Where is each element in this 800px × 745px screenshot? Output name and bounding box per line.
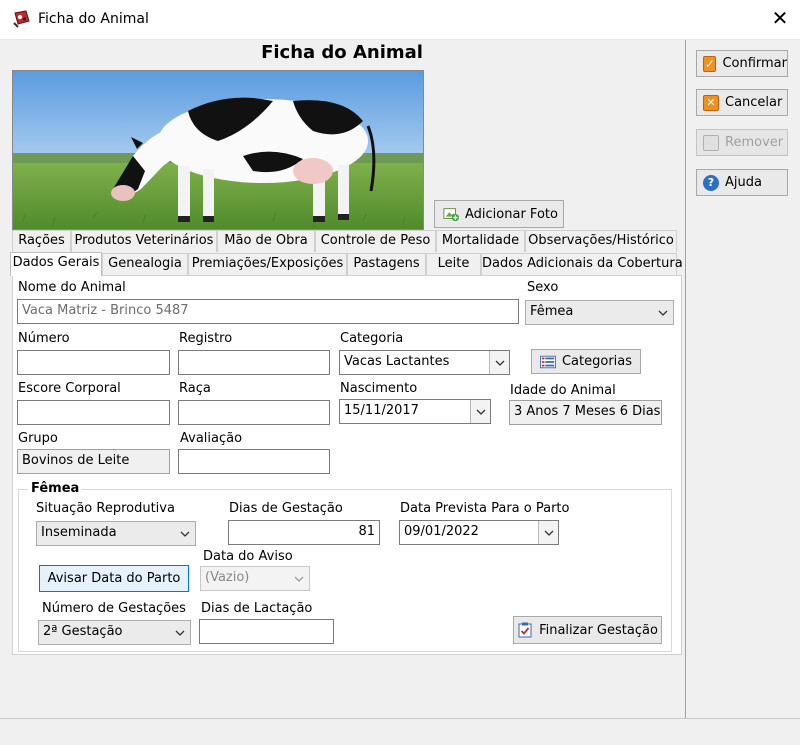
chevron-down-icon: [470, 400, 490, 423]
raca-label: Raça: [179, 381, 211, 396]
cancel-button[interactable]: ✕ Cancelar: [696, 89, 788, 116]
help-icon: ?: [703, 174, 719, 191]
dias-gestacao-field[interactable]: 81: [228, 520, 380, 545]
check-icon: ✓: [703, 55, 717, 72]
app-logo-icon: [12, 9, 32, 29]
cancel-label: Cancelar: [725, 95, 783, 110]
chevron-down-icon: [175, 522, 195, 545]
num-gestacoes-select[interactable]: 2ª Gestação: [38, 620, 191, 645]
tab-mao-de-obra[interactable]: Mão de Obra: [217, 230, 315, 252]
idade-field: 3 Anos 7 Meses 6 Dias: [509, 400, 662, 425]
tab-racoes[interactable]: Rações: [12, 230, 71, 252]
escore-label: Escore Corporal: [18, 381, 121, 396]
chevron-down-icon: [538, 521, 558, 544]
dias-lactacao-label: Dias de Lactação: [201, 601, 313, 616]
help-label: Ajuda: [725, 175, 762, 190]
categoria-select[interactable]: Vacas Lactantes: [339, 350, 510, 375]
clipboard-check-icon: [517, 622, 533, 638]
tab-mortalidade[interactable]: Mortalidade: [436, 230, 525, 252]
avisar-data-parto-button[interactable]: Avisar Data do Parto: [39, 565, 189, 592]
idade-label: Idade do Animal: [510, 383, 616, 398]
remove-label: Remover: [725, 135, 784, 150]
dias-lactacao-field[interactable]: [199, 619, 334, 644]
data-prevista-label: Data Prevista Para o Parto: [400, 501, 570, 516]
raca-field[interactable]: [178, 400, 330, 425]
grupo-field: Bovinos de Leite: [17, 449, 170, 474]
sexo-label: Sexo: [527, 280, 559, 295]
chevron-down-icon: [170, 621, 190, 644]
nascimento-date-picker[interactable]: 15/11/2017: [339, 399, 491, 424]
remove-icon: [703, 134, 719, 151]
tab-dados-gerais[interactable]: Dados Gerais: [10, 252, 102, 276]
data-aviso-label: Data do Aviso: [203, 549, 293, 564]
data-aviso-value: (Vazio): [205, 570, 250, 585]
tab-premiacoes-exposicoes[interactable]: Premiações/Exposições: [188, 253, 347, 275]
add-photo-icon: [443, 206, 459, 222]
help-button[interactable]: ? Ajuda: [696, 169, 788, 196]
data-prevista-date-picker[interactable]: 09/01/2022: [399, 520, 559, 545]
registro-label: Registro: [179, 331, 233, 346]
animal-photo: [12, 70, 424, 230]
finalizar-gestacao-button[interactable]: Finalizar Gestação: [513, 616, 662, 644]
situacao-select[interactable]: Inseminada: [36, 521, 196, 546]
avaliacao-label: Avaliação: [180, 431, 243, 446]
grupo-label: Grupo: [18, 431, 58, 446]
situacao-value: Inseminada: [41, 525, 117, 540]
registro-field[interactable]: [178, 350, 330, 375]
nome-label: Nome do Animal: [18, 280, 126, 295]
cancel-x-icon: ✕: [703, 94, 719, 111]
categoria-label: Categoria: [340, 331, 404, 346]
situacao-label: Situação Reprodutiva: [36, 501, 175, 516]
tab-produtos-veterinarios[interactable]: Produtos Veterinários: [71, 230, 217, 252]
sexo-select[interactable]: Fêmea: [525, 300, 674, 325]
close-icon[interactable]: ✕: [768, 6, 792, 30]
tab-pastagens[interactable]: Pastagens: [347, 253, 426, 275]
tab-controle-de-peso[interactable]: Controle de Peso: [315, 230, 436, 252]
tab-observacoes-historico[interactable]: Observações/Histórico: [525, 230, 677, 252]
add-photo-label: Adicionar Foto: [465, 206, 558, 222]
data-prevista-value: 09/01/2022: [404, 524, 479, 539]
categoria-value: Vacas Lactantes: [344, 354, 450, 369]
status-bar: [0, 718, 800, 745]
remove-button[interactable]: Remover: [696, 129, 788, 156]
num-gestacoes-label: Número de Gestações: [42, 601, 186, 616]
numero-label: Número: [18, 331, 70, 346]
chevron-down-icon: [289, 567, 309, 590]
chevron-down-icon: [489, 351, 509, 374]
dias-gestacao-label: Dias de Gestação: [229, 501, 343, 516]
window-title: Ficha do Animal: [38, 11, 149, 27]
nascimento-label: Nascimento: [340, 381, 418, 396]
escore-field[interactable]: [17, 400, 170, 425]
form-title: Ficha do Animal: [261, 42, 423, 63]
numero-field[interactable]: [17, 350, 170, 375]
add-photo-button[interactable]: Adicionar Foto: [434, 200, 564, 228]
nome-field[interactable]: Vaca Matriz - Brinco 5487: [17, 299, 519, 324]
num-gestacoes-value: 2ª Gestação: [43, 624, 123, 639]
sexo-value: Fêmea: [530, 304, 574, 319]
tab-genealogia[interactable]: Genealogia: [102, 253, 188, 275]
avaliacao-field[interactable]: [178, 449, 330, 474]
list-icon: [539, 354, 556, 370]
nascimento-value: 15/11/2017: [344, 403, 419, 418]
data-aviso-select[interactable]: (Vazio): [200, 566, 310, 591]
confirm-button[interactable]: ✓ Confirmar: [696, 50, 788, 77]
tab-leite[interactable]: Leite: [426, 253, 481, 275]
categorias-label: Categorias: [561, 354, 633, 369]
chevron-down-icon: [653, 301, 673, 324]
femea-group-title: Fêmea: [28, 481, 83, 496]
categorias-button[interactable]: Categorias: [531, 349, 641, 374]
confirm-label: Confirmar: [722, 56, 787, 71]
finalizar-gestacao-label: Finalizar Gestação: [539, 622, 658, 638]
tab-dados-adicionais-cobertura[interactable]: Dados Adicionais da Cobertura: [481, 253, 683, 275]
